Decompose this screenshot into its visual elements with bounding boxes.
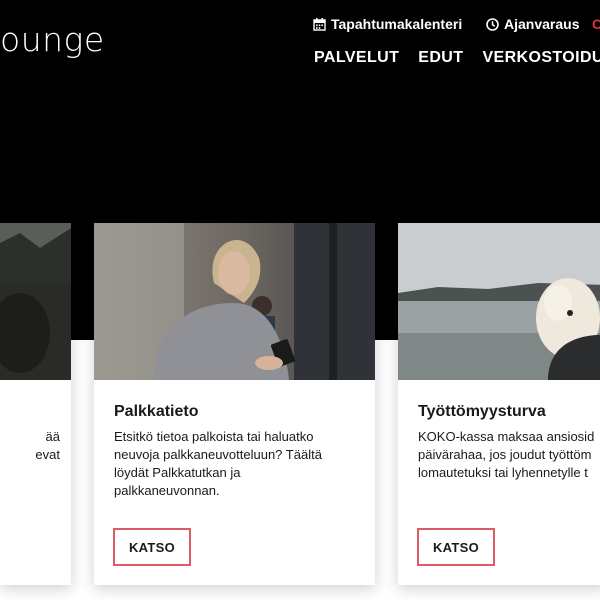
service-card-tyottomyysturva[interactable]: Työttömyysturva KOKO-kassa maksaa ansios… bbox=[398, 223, 600, 585]
card-2-photo bbox=[94, 223, 375, 380]
card-1-photo bbox=[0, 223, 71, 380]
calendar-link[interactable]: Tapahtumakalenteri bbox=[313, 16, 462, 32]
card-1-text-line-1: ää bbox=[45, 429, 60, 444]
card-1-text-line-2: evat bbox=[35, 447, 60, 462]
utility-link-cut[interactable]: C bbox=[592, 16, 600, 32]
booking-link-label: Ajanvaraus bbox=[504, 16, 580, 32]
card-2-text: Etsitkö tietoa palkoista tai haluatko ne… bbox=[114, 429, 322, 498]
calendar-link-label: Tapahtumakalenteri bbox=[331, 16, 463, 32]
nav-palvelut[interactable]: PALVELUT bbox=[314, 49, 399, 67]
booking-link[interactable]: Ajanvaraus bbox=[486, 16, 579, 32]
card-3-photo bbox=[398, 223, 600, 380]
main-nav: PALVELUT EDUT VERKOSTOIDU bbox=[314, 49, 600, 67]
service-card-palkkatieto[interactable]: Palkkatieto Etsitkö tietoa palkoista tai… bbox=[94, 223, 375, 585]
card-3-text: KOKO-kassa maksaa ansiosid päivärahaa, j… bbox=[418, 429, 595, 480]
card-1-text: ää evat bbox=[0, 428, 60, 464]
clock-icon bbox=[486, 17, 499, 31]
site-logo[interactable]: ounge bbox=[0, 20, 105, 59]
nav-edut[interactable]: EDUT bbox=[418, 49, 463, 67]
card-2-title: Palkkatieto bbox=[114, 403, 199, 420]
katso-button-palkkatieto[interactable]: KATSO bbox=[113, 528, 191, 566]
card-3-title: Työttömyysturva bbox=[418, 403, 546, 420]
calendar-icon bbox=[313, 17, 326, 31]
katso-button-tyottomyysturva[interactable]: KATSO bbox=[417, 528, 495, 566]
nav-verkostoidu[interactable]: VERKOSTOIDU bbox=[482, 49, 600, 67]
service-card-1[interactable]: ää evat bbox=[0, 223, 71, 585]
logo-text: ounge bbox=[0, 20, 105, 59]
